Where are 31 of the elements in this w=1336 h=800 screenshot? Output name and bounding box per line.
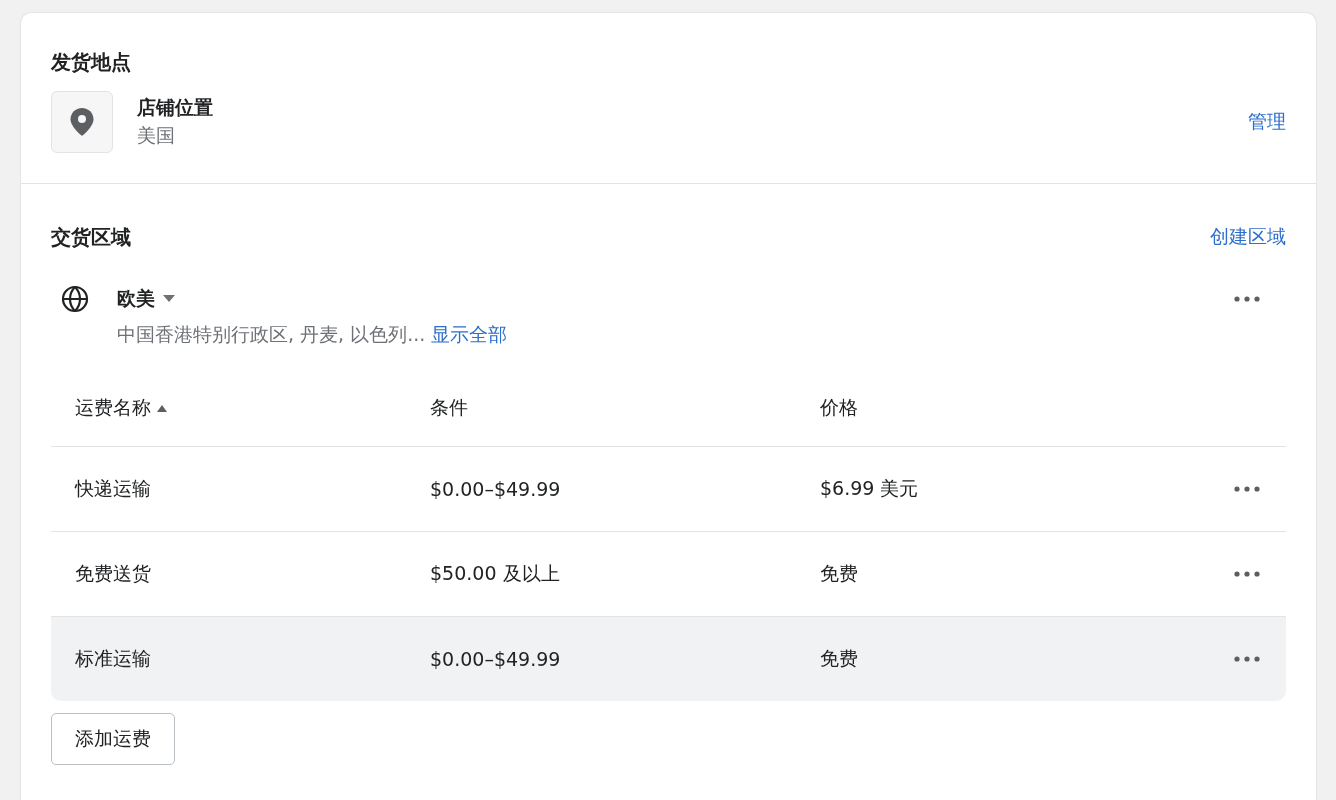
table-cell: $50.00 及以上 [430, 562, 560, 584]
table-cell: $0.00–$49.99 [430, 648, 561, 670]
zone-name: 欧美 [117, 286, 155, 311]
more-icon[interactable] [1234, 656, 1260, 662]
manage-link[interactable]: 管理 [1248, 109, 1286, 135]
show-all-link[interactable]: 显示全部 [431, 322, 508, 348]
globe-icon [61, 285, 89, 313]
add-rate-button[interactable]: 添加运费 [51, 713, 175, 765]
table-cell-text: 标准运输 [75, 646, 151, 671]
more-icon[interactable] [1234, 486, 1260, 492]
location-country: 美国 [137, 123, 176, 148]
table-cell-text: 快递运输 [75, 476, 151, 501]
table-cell: $0.00–$49.99 [430, 478, 561, 500]
section-title: 交货区域 [51, 224, 131, 251]
sort-icon[interactable] [157, 404, 167, 412]
highlighted-row[interactable]: 标准运输 $0.00–$49.99 免费 [51, 617, 1286, 701]
more-icon[interactable] [1234, 571, 1260, 577]
location-pin-icon [51, 91, 113, 153]
column-header[interactable]: 运费名称 [75, 395, 151, 421]
column-header: 条件 [430, 396, 468, 418]
create-zone-link[interactable]: 创建区域 [1210, 224, 1286, 250]
caret-icon[interactable] [163, 295, 175, 303]
more-icon[interactable] [1234, 296, 1260, 302]
table-cell-text: 免费送货 [75, 561, 151, 586]
section-title: 发货地点 [51, 49, 132, 76]
table-cell: 免费 [820, 562, 858, 584]
table-cell: $6.99 美元 [820, 477, 919, 499]
column-header: 价格 [820, 396, 858, 418]
zone-regions: 中国香港特别行政区, 丹麦, 以色列... [117, 322, 426, 347]
table-cell: 免费 [820, 647, 858, 669]
location-name: 店铺位置 [137, 95, 213, 120]
